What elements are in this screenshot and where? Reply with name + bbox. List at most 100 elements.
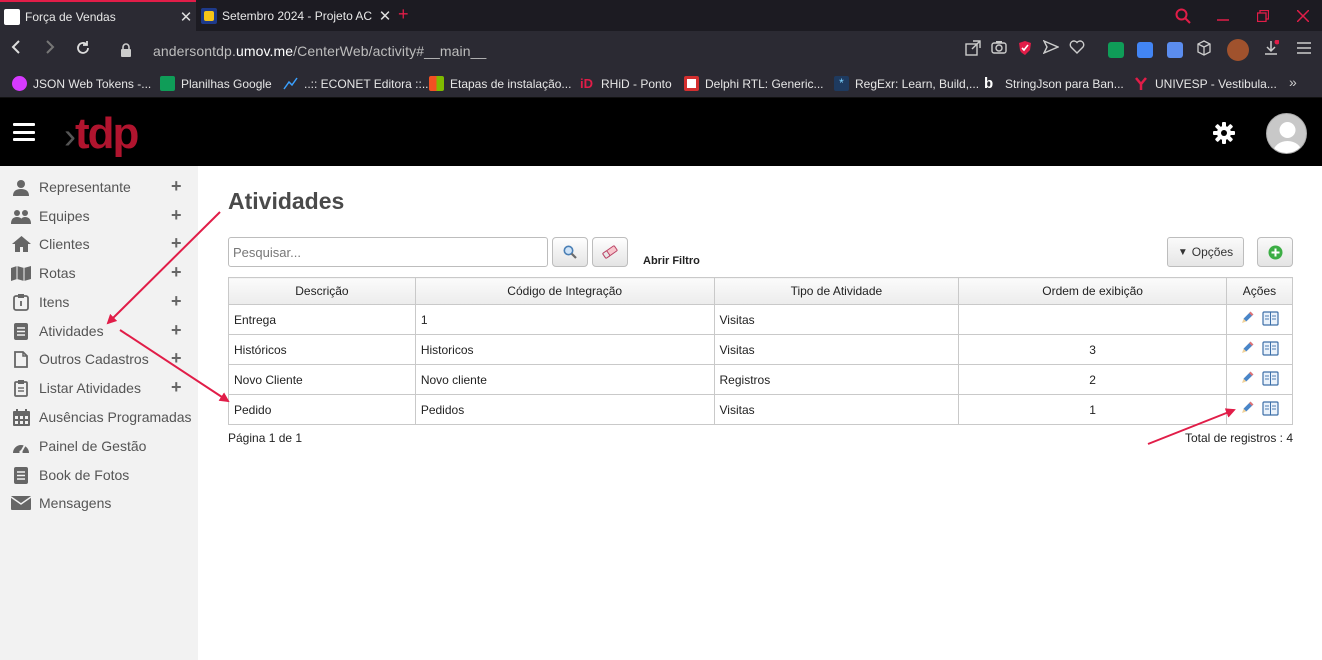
sidebar-item-ausencias-programadas[interactable]: Ausências Programadas	[0, 403, 198, 431]
translate-extension-icon[interactable]	[1137, 42, 1153, 58]
cell-ordem: 3	[958, 334, 1227, 365]
expand-plus-icon[interactable]: +	[171, 377, 182, 398]
edit-pencil-icon[interactable]	[1240, 401, 1254, 418]
url-field[interactable]: andersontdp.umov.me/CenterWeb/activity#_…	[153, 43, 486, 59]
cell-acoes	[1225, 394, 1294, 425]
jwt-icon	[12, 76, 27, 91]
bookmark-univesp[interactable]: UNIVESP - Vestibula...	[1134, 76, 1277, 91]
clear-filter-button[interactable]	[592, 237, 628, 267]
new-tab-icon[interactable]: +	[398, 4, 409, 25]
search-input[interactable]	[228, 237, 548, 267]
sheets-icon	[160, 76, 175, 91]
download-icon[interactable]	[1262, 39, 1280, 58]
language-extension-icon[interactable]	[1167, 42, 1183, 58]
share-icon[interactable]	[964, 40, 982, 58]
profile-avatar-icon[interactable]	[1227, 39, 1249, 61]
expand-plus-icon[interactable]: +	[171, 205, 182, 226]
sidebar-item-equipes[interactable]: Equipes +	[0, 202, 198, 230]
tab-forca-de-vendas[interactable]: Força de Vendas ✕	[0, 0, 196, 31]
restore-icon[interactable]	[1243, 0, 1283, 31]
back-icon[interactable]	[6, 40, 26, 60]
edit-pencil-icon[interactable]	[1240, 371, 1254, 388]
table-row[interactable]: Novo Cliente Novo cliente Registros 2	[228, 364, 1294, 395]
more-bookmarks-icon[interactable]: »	[1289, 74, 1297, 90]
sidebar-item-book-de-fotos[interactable]: Book de Fotos	[0, 461, 198, 489]
close-tab-icon[interactable]: ✕	[176, 8, 196, 26]
close-window-icon[interactable]	[1283, 0, 1322, 31]
tab-setembro-2024[interactable]: Setembro 2024 - Projeto AC ✕	[197, 0, 395, 31]
sidebar-item-itens[interactable]: Itens +	[0, 288, 198, 316]
bookmark-rhid-ponto[interactable]: iD RHiD - Ponto	[580, 76, 672, 91]
pagination-info: Página 1 de 1	[228, 431, 303, 445]
heart-icon[interactable]	[1068, 40, 1086, 58]
details-book-icon[interactable]	[1262, 400, 1279, 419]
expand-plus-icon[interactable]: +	[171, 262, 182, 283]
page-favicon-icon	[4, 8, 20, 25]
sidebar-item-label: Painel de Gestão	[39, 438, 147, 454]
expand-plus-icon[interactable]: +	[171, 348, 182, 369]
bookmark-label: StringJson para Ban...	[1005, 76, 1124, 91]
sidebar-item-listar-atividades[interactable]: Listar Atividades +	[0, 374, 198, 402]
bookmark-label: UNIVESP - Vestibula...	[1155, 76, 1277, 91]
column-header-descricao[interactable]: Descrição	[228, 277, 416, 305]
details-book-icon[interactable]	[1262, 310, 1279, 329]
column-header-tipo[interactable]: Tipo de Atividade	[713, 277, 960, 305]
logo-text: tdp	[75, 109, 139, 158]
sidebar-item-mensagens[interactable]: Mensagens	[0, 489, 198, 517]
sidebar-item-label: Book de Fotos	[39, 467, 130, 483]
details-book-icon[interactable]	[1262, 370, 1279, 389]
edit-pencil-icon[interactable]	[1240, 311, 1254, 328]
minimize-icon[interactable]	[1203, 0, 1243, 31]
search-tabs-icon[interactable]	[1163, 0, 1203, 31]
bookmark-delphi-rtl[interactable]: Delphi RTL: Generic...	[684, 76, 824, 91]
sidebar-item-outros-cadastros[interactable]: Outros Cadastros +	[0, 345, 198, 373]
options-button[interactable]: ▼ Opções	[1167, 237, 1244, 267]
cube-icon[interactable]	[1195, 40, 1213, 58]
expand-plus-icon[interactable]: +	[171, 291, 182, 312]
table-row[interactable]: Pedido Pedidos Visitas 1	[228, 394, 1294, 425]
send-icon[interactable]	[1042, 39, 1060, 58]
column-header-ordem[interactable]: Ordem de exibição	[958, 277, 1227, 305]
bookmark-planilhas-google[interactable]: Planilhas Google	[160, 76, 272, 91]
bookmark-regexr[interactable]: * RegExr: Learn, Build,...	[834, 76, 979, 91]
search-button[interactable]	[552, 237, 588, 267]
add-activity-button[interactable]	[1257, 237, 1293, 267]
open-filter-link[interactable]: Abrir Filtro	[643, 255, 700, 267]
menu-icon[interactable]	[1295, 40, 1313, 58]
sidebar-item-label: Ausências Programadas	[39, 409, 192, 425]
sheets-extension-icon[interactable]	[1108, 42, 1124, 58]
close-tab-icon[interactable]: ✕	[375, 7, 395, 25]
sidebar-item-painel-de-gestao[interactable]: Painel de Gestão	[0, 432, 198, 460]
forward-icon[interactable]	[40, 40, 60, 60]
table-row[interactable]: Entrega 1 Visitas	[228, 304, 1294, 335]
gear-icon[interactable]	[1212, 121, 1236, 145]
options-label: Opções	[1191, 245, 1234, 259]
microsoft-icon	[429, 76, 444, 91]
lock-icon[interactable]	[120, 43, 132, 57]
bookmark-json-web-tokens[interactable]: JSON Web Tokens -...	[12, 76, 151, 91]
sidebar-item-representante[interactable]: Representante +	[0, 173, 198, 201]
table-row[interactable]: Históricos Historicos Visitas 3	[228, 334, 1294, 365]
expand-plus-icon[interactable]: +	[171, 176, 182, 197]
cell-descricao: Novo Cliente	[228, 364, 416, 395]
hamburger-menu-icon[interactable]	[13, 123, 35, 141]
bookmark-econet[interactable]: ..:: ECONET Editora ::..	[283, 76, 428, 91]
expand-plus-icon[interactable]: +	[171, 320, 182, 341]
user-avatar[interactable]	[1266, 113, 1307, 154]
edit-pencil-icon[interactable]	[1240, 341, 1254, 358]
sidebar-item-label: Mensagens	[39, 495, 112, 511]
cell-tipo: Registros	[713, 364, 960, 395]
column-header-codigo[interactable]: Código de Integração	[414, 277, 715, 305]
expand-plus-icon[interactable]: +	[171, 233, 182, 254]
camera-icon[interactable]	[990, 40, 1008, 58]
bookmark-etapas-instalacao[interactable]: Etapas de instalação...	[429, 76, 571, 91]
rhid-icon: iD	[580, 76, 593, 91]
reload-icon[interactable]	[73, 40, 93, 60]
bookmark-label: Delphi RTL: Generic...	[705, 76, 824, 91]
sidebar-item-rotas[interactable]: Rotas +	[0, 259, 198, 287]
sidebar-item-atividades[interactable]: Atividades +	[0, 317, 198, 345]
shield-icon[interactable]	[1016, 40, 1034, 58]
sidebar-item-clientes[interactable]: Clientes +	[0, 230, 198, 258]
bookmark-stringjson[interactable]: b StringJson para Ban...	[984, 76, 1124, 91]
details-book-icon[interactable]	[1262, 340, 1279, 359]
